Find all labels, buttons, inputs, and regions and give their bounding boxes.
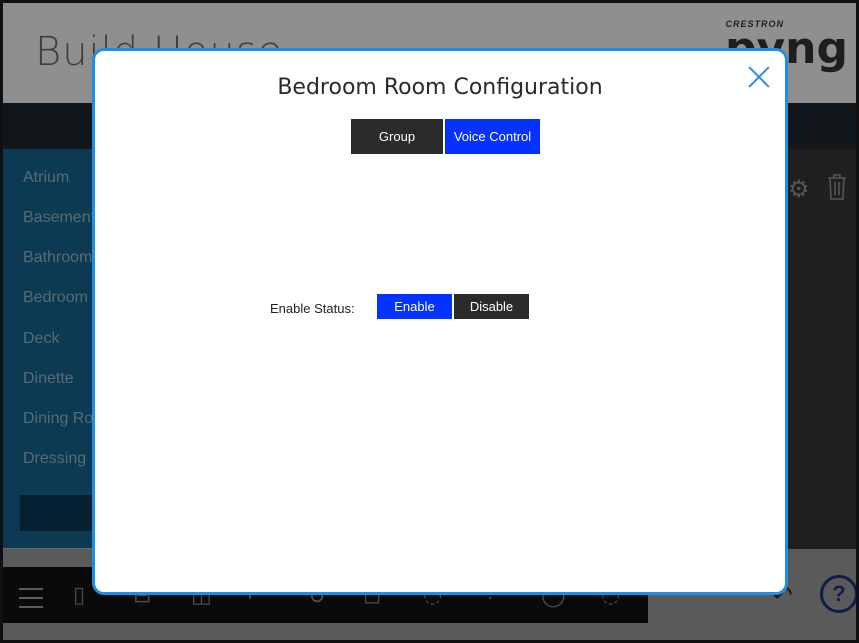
- dialog-title: Bedroom Room Configuration: [277, 75, 603, 100]
- close-icon[interactable]: [747, 65, 771, 89]
- disable-button[interactable]: Disable: [454, 294, 529, 319]
- tab-voice-control[interactable]: Voice Control: [445, 119, 540, 154]
- room-tab-icon[interactable]: ▯: [73, 583, 85, 608]
- tab-group[interactable]: Group: [351, 119, 443, 154]
- room-item-dinette[interactable]: Dinette: [23, 370, 74, 388]
- room-configuration-dialog: Bedroom Room Configuration Group Voice C…: [92, 48, 788, 595]
- right-panel: [785, 149, 856, 549]
- room-item-atrium[interactable]: Atrium: [23, 169, 69, 187]
- room-item-basement[interactable]: Basement: [23, 209, 95, 227]
- room-item-deck[interactable]: Deck: [23, 330, 59, 348]
- gear-icon[interactable]: ⚙: [788, 175, 810, 203]
- help-icon[interactable]: ?: [820, 575, 856, 613]
- room-item-dressing[interactable]: Dressing: [23, 450, 86, 468]
- enable-button[interactable]: Enable: [377, 294, 452, 319]
- add-room-button[interactable]: [20, 495, 95, 531]
- enable-status-label: Enable Status:: [270, 301, 355, 316]
- hamburger-icon[interactable]: [19, 588, 43, 615]
- app-frame: Build House CRESTRON pyng Atrium Basemen…: [0, 0, 859, 643]
- room-item-bedroom[interactable]: Bedroom: [23, 289, 88, 307]
- room-item-bathroom[interactable]: Bathroom: [23, 249, 92, 267]
- trash-icon[interactable]: [826, 173, 848, 207]
